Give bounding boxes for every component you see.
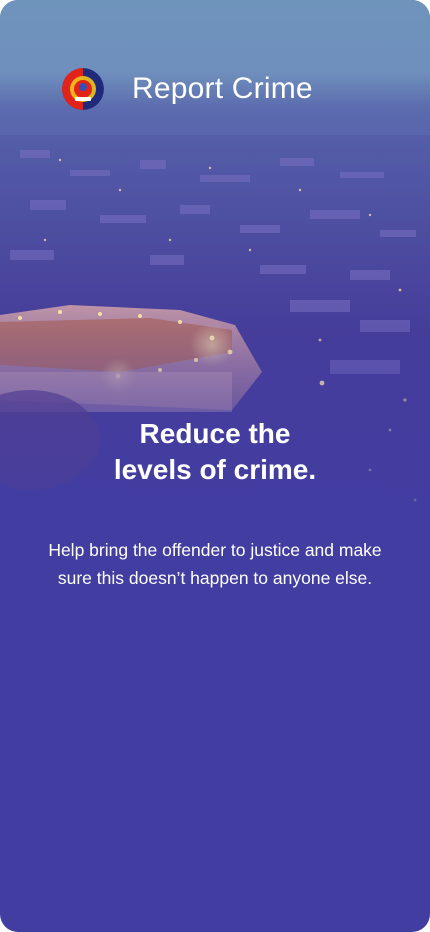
app-title: Report Crime xyxy=(132,72,313,105)
police-emblem-icon xyxy=(62,68,104,110)
headline-line-2: levels of crime. xyxy=(113,454,317,485)
app-header: Report Crime xyxy=(62,68,313,110)
hero-description: Help bring the offender to justice and m… xyxy=(48,540,382,588)
headline-line-1: Reduce the xyxy=(139,418,291,449)
onboarding-screen: Report Crime Reduce the levels of crime.… xyxy=(0,0,430,932)
hero-headline: Reduce the levels of crime. xyxy=(0,416,430,488)
